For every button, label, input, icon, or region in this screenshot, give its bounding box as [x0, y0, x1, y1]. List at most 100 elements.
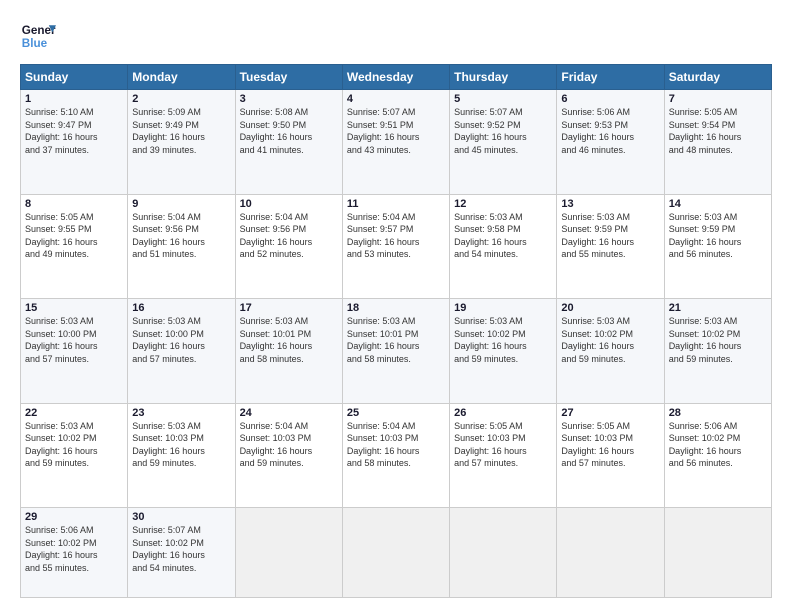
table-row: 16Sunrise: 5:03 AM Sunset: 10:00 PM Dayl… [128, 299, 235, 404]
table-row: 6Sunrise: 5:06 AM Sunset: 9:53 PM Daylig… [557, 90, 664, 195]
table-row: 19Sunrise: 5:03 AM Sunset: 10:02 PM Dayl… [450, 299, 557, 404]
table-row: 22Sunrise: 5:03 AM Sunset: 10:02 PM Dayl… [21, 403, 128, 508]
day-number: 19 [454, 302, 552, 314]
day-number: 12 [454, 198, 552, 210]
header-monday: Monday [128, 65, 235, 90]
table-row: 8Sunrise: 5:05 AM Sunset: 9:55 PM Daylig… [21, 194, 128, 299]
header-tuesday: Tuesday [235, 65, 342, 90]
day-info: Sunrise: 5:03 AM Sunset: 10:00 PM Daylig… [132, 315, 230, 365]
day-info: Sunrise: 5:06 AM Sunset: 9:53 PM Dayligh… [561, 106, 659, 156]
table-row: 13Sunrise: 5:03 AM Sunset: 9:59 PM Dayli… [557, 194, 664, 299]
calendar-header-row: Sunday Monday Tuesday Wednesday Thursday… [21, 65, 772, 90]
day-info: Sunrise: 5:05 AM Sunset: 10:03 PM Daylig… [561, 420, 659, 470]
day-info: Sunrise: 5:04 AM Sunset: 9:57 PM Dayligh… [347, 211, 445, 261]
day-number: 4 [347, 93, 445, 105]
table-row: 12Sunrise: 5:03 AM Sunset: 9:58 PM Dayli… [450, 194, 557, 299]
day-number: 24 [240, 407, 338, 419]
table-row: 3Sunrise: 5:08 AM Sunset: 9:50 PM Daylig… [235, 90, 342, 195]
day-info: Sunrise: 5:03 AM Sunset: 9:58 PM Dayligh… [454, 211, 552, 261]
day-number: 6 [561, 93, 659, 105]
day-info: Sunrise: 5:03 AM Sunset: 9:59 PM Dayligh… [669, 211, 767, 261]
day-info: Sunrise: 5:03 AM Sunset: 10:02 PM Daylig… [454, 315, 552, 365]
day-number: 15 [25, 302, 123, 314]
day-info: Sunrise: 5:07 AM Sunset: 10:02 PM Daylig… [132, 524, 230, 574]
table-row: 11Sunrise: 5:04 AM Sunset: 9:57 PM Dayli… [342, 194, 449, 299]
calendar-table: Sunday Monday Tuesday Wednesday Thursday… [20, 64, 772, 598]
day-number: 11 [347, 198, 445, 210]
day-number: 22 [25, 407, 123, 419]
table-row: 4Sunrise: 5:07 AM Sunset: 9:51 PM Daylig… [342, 90, 449, 195]
header: General Blue [20, 18, 772, 54]
day-number: 5 [454, 93, 552, 105]
day-number: 13 [561, 198, 659, 210]
day-number: 9 [132, 198, 230, 210]
day-info: Sunrise: 5:03 AM Sunset: 10:02 PM Daylig… [561, 315, 659, 365]
svg-text:Blue: Blue [22, 37, 48, 50]
table-row [342, 508, 449, 598]
day-info: Sunrise: 5:06 AM Sunset: 10:02 PM Daylig… [25, 524, 123, 574]
day-info: Sunrise: 5:10 AM Sunset: 9:47 PM Dayligh… [25, 106, 123, 156]
day-info: Sunrise: 5:05 AM Sunset: 9:55 PM Dayligh… [25, 211, 123, 261]
day-info: Sunrise: 5:04 AM Sunset: 9:56 PM Dayligh… [132, 211, 230, 261]
table-row: 25Sunrise: 5:04 AM Sunset: 10:03 PM Dayl… [342, 403, 449, 508]
day-number: 29 [25, 511, 123, 523]
header-wednesday: Wednesday [342, 65, 449, 90]
header-friday: Friday [557, 65, 664, 90]
table-row: 21Sunrise: 5:03 AM Sunset: 10:02 PM Dayl… [664, 299, 771, 404]
day-number: 27 [561, 407, 659, 419]
table-row: 28Sunrise: 5:06 AM Sunset: 10:02 PM Dayl… [664, 403, 771, 508]
header-saturday: Saturday [664, 65, 771, 90]
logo-icon: General Blue [20, 18, 56, 54]
day-number: 18 [347, 302, 445, 314]
day-number: 26 [454, 407, 552, 419]
day-number: 16 [132, 302, 230, 314]
day-info: Sunrise: 5:07 AM Sunset: 9:52 PM Dayligh… [454, 106, 552, 156]
day-info: Sunrise: 5:06 AM Sunset: 10:02 PM Daylig… [669, 420, 767, 470]
table-row: 14Sunrise: 5:03 AM Sunset: 9:59 PM Dayli… [664, 194, 771, 299]
day-info: Sunrise: 5:05 AM Sunset: 10:03 PM Daylig… [454, 420, 552, 470]
table-row: 1Sunrise: 5:10 AM Sunset: 9:47 PM Daylig… [21, 90, 128, 195]
day-number: 3 [240, 93, 338, 105]
table-row: 23Sunrise: 5:03 AM Sunset: 10:03 PM Dayl… [128, 403, 235, 508]
header-sunday: Sunday [21, 65, 128, 90]
table-row [235, 508, 342, 598]
table-row: 29Sunrise: 5:06 AM Sunset: 10:02 PM Dayl… [21, 508, 128, 598]
day-info: Sunrise: 5:08 AM Sunset: 9:50 PM Dayligh… [240, 106, 338, 156]
table-row: 30Sunrise: 5:07 AM Sunset: 10:02 PM Dayl… [128, 508, 235, 598]
table-row: 7Sunrise: 5:05 AM Sunset: 9:54 PM Daylig… [664, 90, 771, 195]
table-row: 27Sunrise: 5:05 AM Sunset: 10:03 PM Dayl… [557, 403, 664, 508]
day-info: Sunrise: 5:04 AM Sunset: 10:03 PM Daylig… [240, 420, 338, 470]
table-row: 20Sunrise: 5:03 AM Sunset: 10:02 PM Dayl… [557, 299, 664, 404]
header-thursday: Thursday [450, 65, 557, 90]
day-info: Sunrise: 5:05 AM Sunset: 9:54 PM Dayligh… [669, 106, 767, 156]
day-info: Sunrise: 5:04 AM Sunset: 9:56 PM Dayligh… [240, 211, 338, 261]
table-row: 5Sunrise: 5:07 AM Sunset: 9:52 PM Daylig… [450, 90, 557, 195]
day-number: 8 [25, 198, 123, 210]
day-number: 20 [561, 302, 659, 314]
table-row [664, 508, 771, 598]
day-number: 25 [347, 407, 445, 419]
table-row [557, 508, 664, 598]
logo: General Blue [20, 18, 56, 54]
day-number: 17 [240, 302, 338, 314]
day-number: 14 [669, 198, 767, 210]
day-info: Sunrise: 5:03 AM Sunset: 9:59 PM Dayligh… [561, 211, 659, 261]
day-info: Sunrise: 5:07 AM Sunset: 9:51 PM Dayligh… [347, 106, 445, 156]
table-row: 17Sunrise: 5:03 AM Sunset: 10:01 PM Dayl… [235, 299, 342, 404]
day-number: 28 [669, 407, 767, 419]
page: General Blue Sunday Monday Tuesday Wedne… [0, 0, 792, 612]
day-number: 10 [240, 198, 338, 210]
day-number: 21 [669, 302, 767, 314]
table-row: 9Sunrise: 5:04 AM Sunset: 9:56 PM Daylig… [128, 194, 235, 299]
day-info: Sunrise: 5:04 AM Sunset: 10:03 PM Daylig… [347, 420, 445, 470]
table-row: 2Sunrise: 5:09 AM Sunset: 9:49 PM Daylig… [128, 90, 235, 195]
table-row [450, 508, 557, 598]
day-info: Sunrise: 5:03 AM Sunset: 10:02 PM Daylig… [25, 420, 123, 470]
day-info: Sunrise: 5:03 AM Sunset: 10:03 PM Daylig… [132, 420, 230, 470]
day-info: Sunrise: 5:03 AM Sunset: 10:02 PM Daylig… [669, 315, 767, 365]
table-row: 26Sunrise: 5:05 AM Sunset: 10:03 PM Dayl… [450, 403, 557, 508]
day-info: Sunrise: 5:03 AM Sunset: 10:00 PM Daylig… [25, 315, 123, 365]
day-info: Sunrise: 5:03 AM Sunset: 10:01 PM Daylig… [240, 315, 338, 365]
table-row: 18Sunrise: 5:03 AM Sunset: 10:01 PM Dayl… [342, 299, 449, 404]
day-number: 23 [132, 407, 230, 419]
